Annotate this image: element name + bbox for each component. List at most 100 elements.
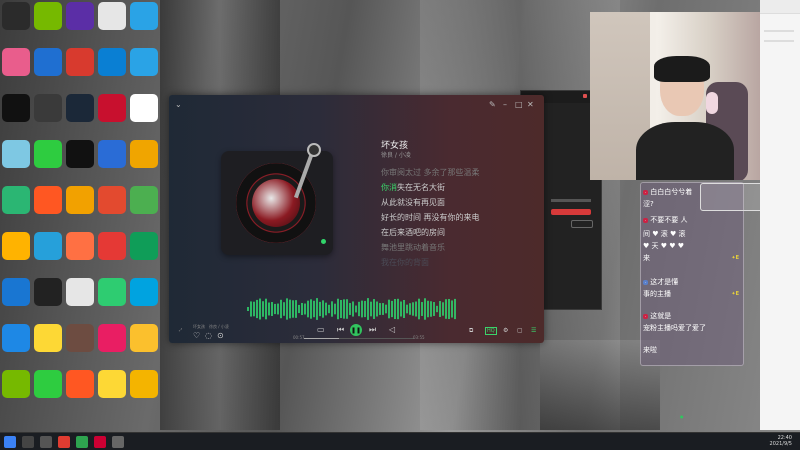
- comment-icon[interactable]: ◌: [205, 331, 212, 340]
- skin-icon[interactable]: ✎: [489, 101, 496, 109]
- lyric-line: 我在你的背面: [381, 258, 429, 267]
- taskbar-app[interactable]: [94, 436, 106, 448]
- visualizer-bar: [403, 299, 405, 319]
- desktop-app-icon[interactable]: [98, 186, 126, 214]
- chat-text: 这才是懂: [650, 278, 679, 286]
- desktop-app-icon[interactable]: [66, 232, 94, 260]
- song-artist[interactable]: 徐良 / 小凌: [381, 150, 411, 159]
- desktop-app-icon[interactable]: [130, 94, 158, 122]
- desktop-app-icon[interactable]: [130, 278, 158, 306]
- chat-message: · 这才是懂: [643, 277, 678, 287]
- taskbar-app[interactable]: [58, 436, 70, 448]
- desktop-app-icon[interactable]: [130, 140, 158, 168]
- desktop-app-icon[interactable]: [66, 140, 94, 168]
- desktop-app-icon[interactable]: [66, 324, 94, 352]
- visualizer-bar: [442, 302, 444, 316]
- collapse-icon[interactable]: ⌄: [175, 101, 182, 109]
- lyric-rest: 失在无名大街: [397, 183, 445, 192]
- desktop-app-icon[interactable]: [130, 370, 158, 398]
- desktop-app-icon[interactable]: [66, 94, 94, 122]
- download-notice[interactable]: ●: [680, 414, 770, 424]
- desktop-app-icon[interactable]: [98, 48, 126, 76]
- desktop-app-icon[interactable]: [2, 140, 30, 168]
- desktop-app-icon[interactable]: [2, 232, 30, 260]
- chat-message: · 不要不要 人: [643, 215, 688, 225]
- playlist-queue-icon[interactable]: ☰: [531, 327, 536, 334]
- background-red-button[interactable]: [551, 209, 591, 215]
- mode-icon[interactable]: ▭: [317, 325, 325, 334]
- playlist-icon[interactable]: ⤢: [179, 327, 182, 332]
- search-button[interactable]: [22, 436, 34, 448]
- desktop-app-icon[interactable]: [2, 48, 30, 76]
- desktop-app-icon[interactable]: [2, 278, 30, 306]
- desktop-app-icon[interactable]: [98, 140, 126, 168]
- desktop-app-icon[interactable]: [2, 2, 30, 30]
- taskview-button[interactable]: [40, 436, 52, 448]
- desktop-app-icon[interactable]: [98, 232, 126, 260]
- desktop-app-icon[interactable]: [130, 232, 158, 260]
- volume-icon[interactable]: ◁: [389, 325, 395, 334]
- desktop-app-icon[interactable]: [130, 2, 158, 30]
- close-icon[interactable]: ✕: [527, 101, 534, 109]
- share-icon[interactable]: ⧉: [469, 327, 473, 335]
- visualizer-bar: [271, 302, 273, 316]
- minimize-icon[interactable]: –: [503, 101, 507, 109]
- desktop-app-icon[interactable]: [2, 324, 30, 352]
- more-icon[interactable]: ⊙: [217, 331, 224, 340]
- lyrics-icon[interactable]: ▢: [517, 327, 523, 334]
- lyric-line-current: 你消失在无名大街: [381, 182, 445, 193]
- heart-icon[interactable]: ♡: [193, 331, 200, 340]
- desktop-app-icon[interactable]: [34, 2, 62, 30]
- desktop-app-icon[interactable]: [130, 186, 158, 214]
- visualizer-bar: [424, 298, 426, 320]
- lyric-line: 你审阅太过 多余了那些温柔: [381, 168, 480, 177]
- desktop-app-icon[interactable]: [34, 48, 62, 76]
- progress-bar[interactable]: [304, 338, 414, 339]
- visualizer-bar: [430, 301, 432, 317]
- visualizer-bar: [346, 299, 348, 319]
- visualizer-bar: [436, 305, 438, 313]
- visualizer-bar: [376, 301, 378, 317]
- start-button[interactable]: [4, 436, 16, 448]
- taskbar-app[interactable]: [112, 436, 124, 448]
- desktop-app-icon[interactable]: [34, 186, 62, 214]
- desktop-app-icon[interactable]: [98, 94, 126, 122]
- desktop-app-icon[interactable]: [130, 324, 158, 352]
- desktop-app-icon[interactable]: [34, 278, 62, 306]
- desktop-app-icon[interactable]: [34, 370, 62, 398]
- desktop-app-icon[interactable]: [34, 232, 62, 260]
- music-player-window[interactable]: ⌄ ✎ – □ ✕ 坏女孩 徐良 / 小凌 你审阅太过 多余了那些温柔 你消失在…: [169, 95, 544, 343]
- desktop-app-icon[interactable]: [66, 186, 94, 214]
- desktop-app-icon[interactable]: [34, 94, 62, 122]
- desktop-app-icon[interactable]: [66, 48, 94, 76]
- desktop-app-icon[interactable]: [2, 186, 30, 214]
- next-icon[interactable]: ⏭: [369, 325, 376, 335]
- visualizer-bar: [316, 298, 318, 320]
- prev-icon[interactable]: ⏮: [337, 325, 344, 335]
- quality-badge[interactable]: HQ: [485, 327, 497, 335]
- desktop-app-icon[interactable]: [66, 370, 94, 398]
- desktop-app-icon[interactable]: [2, 94, 30, 122]
- play-button[interactable]: ❚❚: [350, 324, 362, 336]
- desktop-app-icon[interactable]: [34, 140, 62, 168]
- status-dot: [321, 239, 326, 244]
- desktop-app-icon[interactable]: [2, 370, 30, 398]
- background-button[interactable]: [571, 220, 593, 228]
- effect-icon[interactable]: ⚙: [503, 327, 508, 334]
- desktop-app-icon[interactable]: [98, 2, 126, 30]
- chat-text: 白白白兮兮: [650, 188, 686, 196]
- desktop-app-icon[interactable]: [34, 324, 62, 352]
- desktop-app-icon[interactable]: [66, 278, 94, 306]
- desktop-app-icon[interactable]: [98, 278, 126, 306]
- desktop-app-icon[interactable]: [98, 324, 126, 352]
- visualizer-bar: [358, 301, 360, 317]
- maximize-icon[interactable]: □: [515, 101, 523, 109]
- system-clock[interactable]: 22:40 2021/9/5: [770, 435, 792, 447]
- visualizer-bar: [367, 298, 369, 320]
- desktop-app-icon[interactable]: [130, 48, 158, 76]
- gift-label: ✦E: [731, 255, 739, 261]
- visualizer-bar: [298, 304, 300, 314]
- desktop-app-icon[interactable]: [66, 2, 94, 30]
- desktop-app-icon[interactable]: [98, 370, 126, 398]
- taskbar-app[interactable]: [76, 436, 88, 448]
